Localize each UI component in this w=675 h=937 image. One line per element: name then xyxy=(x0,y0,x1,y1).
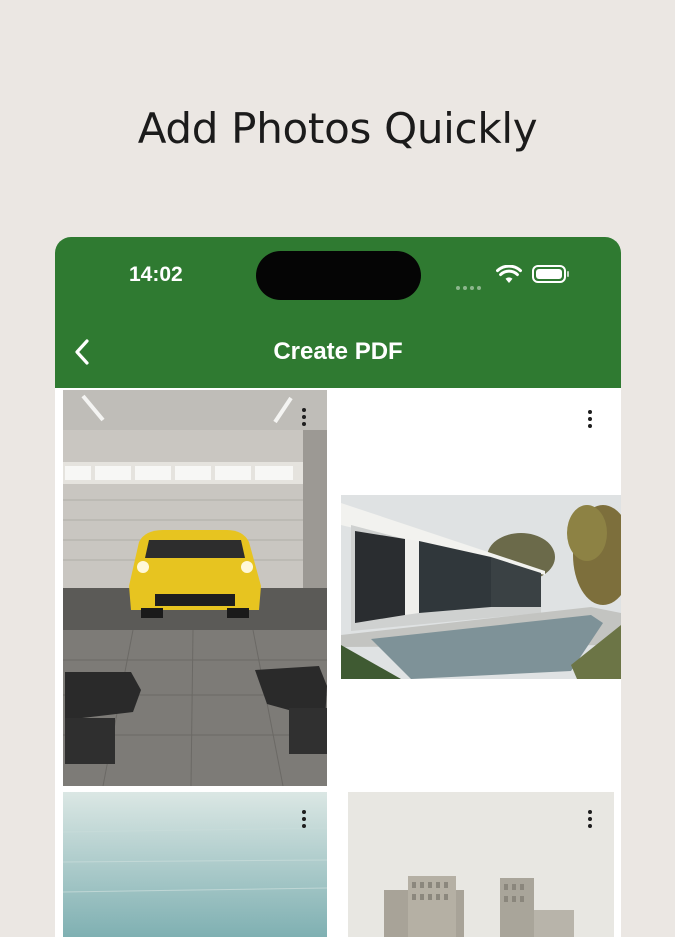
app-bar: 14:02 Create PDF xyxy=(55,237,621,388)
photo-thumbnail xyxy=(341,495,621,679)
photo-thumbnail xyxy=(63,792,327,937)
more-vertical-icon[interactable] xyxy=(584,408,596,434)
wifi-icon xyxy=(496,265,522,283)
battery-icon xyxy=(532,265,569,283)
cellular-signal-icon xyxy=(456,277,484,295)
photo-item[interactable] xyxy=(341,388,621,786)
more-vertical-icon[interactable] xyxy=(298,808,310,834)
phone-screen: 14:02 Create PDF xyxy=(55,237,621,937)
photo-item[interactable] xyxy=(63,390,327,786)
status-time: 14:02 xyxy=(129,263,183,286)
photo-thumbnail xyxy=(348,792,614,937)
photo-grid xyxy=(55,388,621,937)
dynamic-island xyxy=(256,251,421,300)
headline: Add Photos Quickly xyxy=(137,104,538,153)
photo-thumbnail xyxy=(63,390,327,786)
page-title: Create PDF xyxy=(273,338,403,365)
photo-item[interactable] xyxy=(63,792,327,937)
photo-item[interactable] xyxy=(348,792,614,937)
more-vertical-icon[interactable] xyxy=(298,406,310,432)
more-vertical-icon[interactable] xyxy=(584,808,596,834)
